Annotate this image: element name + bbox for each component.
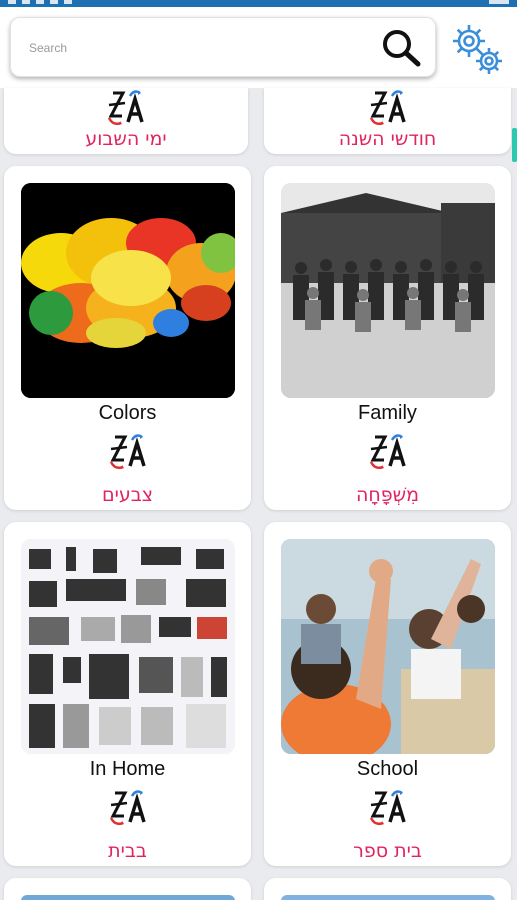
app-logo-icon	[368, 433, 406, 470]
category-label-he: בית ספר	[353, 840, 422, 862]
search-icon[interactable]	[379, 28, 423, 68]
card-image-top	[281, 895, 495, 900]
app-logo-icon	[368, 89, 406, 126]
category-label-en: School	[356, 758, 419, 780]
category-label-en: Family	[358, 402, 417, 424]
app-logo-icon	[107, 89, 144, 126]
category-label-he: צבעים	[101, 484, 153, 506]
category-card-colors[interactable]: Colors צבעים	[4, 166, 251, 510]
category-card-school[interactable]: School בית ספר	[264, 522, 511, 866]
search-input[interactable]	[29, 36, 369, 60]
category-label-he: מִשְׁפָּחָה	[355, 484, 420, 506]
search-box[interactable]	[10, 17, 436, 77]
category-card[interactable]	[264, 878, 511, 900]
family-image	[281, 183, 495, 398]
gear-icon[interactable]	[449, 21, 505, 77]
category-card-in-home[interactable]: In Home בבית	[4, 522, 251, 866]
in-home-image	[21, 539, 235, 754]
category-label-he: בבית	[108, 840, 147, 862]
top-bar	[0, 7, 517, 88]
category-label-en: In Home	[89, 758, 166, 780]
battery-icon	[489, 0, 509, 4]
card-image-top	[21, 895, 235, 900]
scroll-indicator[interactable]	[512, 128, 517, 162]
category-label-he: חודשי השנה	[338, 128, 437, 150]
colors-image	[21, 183, 235, 398]
category-card-family[interactable]: Family מִשְׁפָּחָה	[264, 166, 511, 510]
category-label-he: ימי השבוע	[85, 128, 167, 150]
school-image	[281, 539, 495, 754]
app-logo-icon	[108, 789, 146, 826]
status-bar	[0, 0, 517, 7]
app-logo-icon	[108, 433, 146, 470]
status-icons	[8, 0, 72, 5]
category-card[interactable]: חודשי השנה	[264, 88, 511, 154]
category-label-en: Colors	[98, 402, 157, 424]
app-logo-icon	[368, 789, 406, 826]
category-card[interactable]: ימי השבוע	[4, 88, 248, 154]
category-card[interactable]	[4, 878, 251, 900]
